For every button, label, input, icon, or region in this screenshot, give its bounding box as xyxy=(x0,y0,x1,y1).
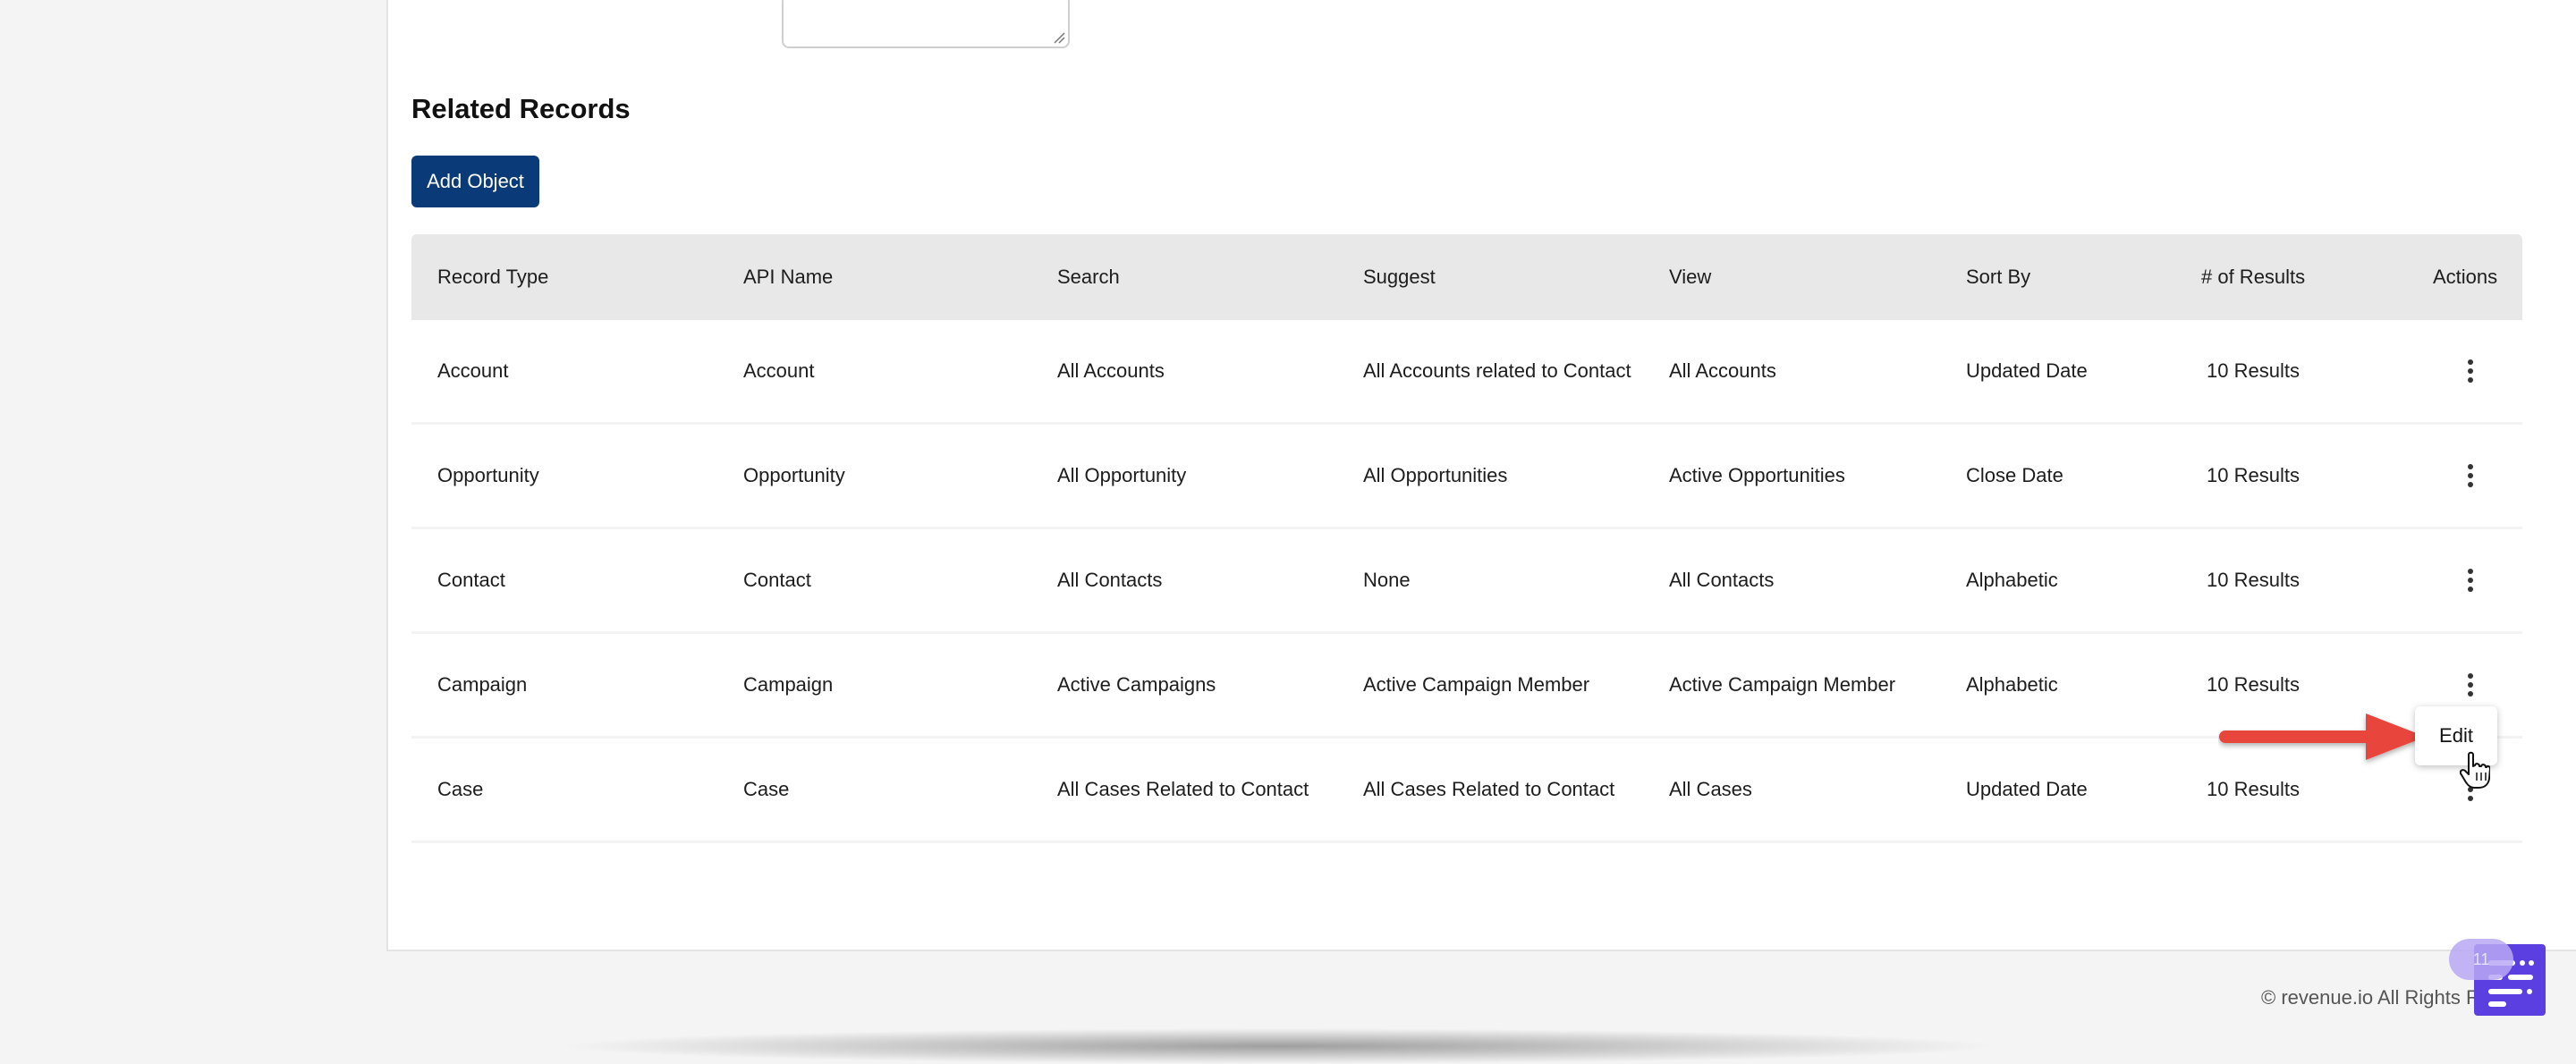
cell-search: All Accounts xyxy=(1057,359,1165,382)
table-row: Contact Contact All Contacts None All Co… xyxy=(411,529,2522,634)
notification-badge: 11 xyxy=(2449,939,2513,980)
cell-suggest: None xyxy=(1363,569,1411,591)
cell-record-type: Opportunity xyxy=(437,464,539,486)
related-records-table: Record Type API Name Search Suggest View… xyxy=(411,234,2522,843)
cell-api-name: Account xyxy=(743,359,815,382)
cell-search: All Contacts xyxy=(1057,569,1163,591)
cell-api-name: Opportunity xyxy=(743,464,845,486)
header-api-name: API Name xyxy=(743,266,834,288)
cell-search: All Opportunity xyxy=(1057,464,1187,486)
header-sort-by: Sort By xyxy=(1966,266,2031,288)
cell-search: All Cases Related to Contact xyxy=(1057,778,1309,800)
cell-view: All Cases xyxy=(1669,778,1752,800)
cell-record-type: Campaign xyxy=(437,673,528,696)
header-suggest: Suggest xyxy=(1363,266,1436,288)
section-title: Related Records xyxy=(411,93,631,124)
table-header: Record Type API Name Search Suggest View… xyxy=(411,234,2522,320)
kebab-menu-icon[interactable] xyxy=(2460,357,2481,385)
cell-suggest: Active Campaign Member xyxy=(1363,673,1590,696)
cell-sort-by: Updated Date xyxy=(1966,778,2088,800)
table-row: Campaign Campaign Active Campaigns Activ… xyxy=(411,634,2522,739)
header-results: # of Results xyxy=(2201,266,2306,288)
header-view: View xyxy=(1669,266,1712,288)
description-textarea[interactable] xyxy=(782,0,1070,48)
annotation-arrow xyxy=(2219,714,2426,760)
bottom-shadow xyxy=(555,1028,2004,1064)
hand-cursor-icon xyxy=(2460,751,2490,789)
cell-api-name: Contact xyxy=(743,569,811,591)
footer-copyright: © revenue.io All Rights R xyxy=(2261,986,2480,1009)
cell-search: Active Campaigns xyxy=(1057,673,1216,696)
cell-results: 10 Results xyxy=(2207,464,2300,486)
cell-suggest: All Accounts related to Contact xyxy=(1363,359,1631,382)
table-row: Account Account All Accounts All Account… xyxy=(411,320,2522,425)
cell-record-type: Case xyxy=(437,778,484,800)
header-actions: Actions xyxy=(2433,266,2498,288)
cell-sort-by: Updated Date xyxy=(1966,359,2088,382)
cell-view: Active Campaign Member xyxy=(1669,673,1896,696)
add-object-button[interactable]: Add Object xyxy=(411,156,539,207)
table-row: Case Case All Cases Related to Contact A… xyxy=(411,739,2522,843)
kebab-menu-icon[interactable] xyxy=(2460,671,2481,699)
cell-record-type: Contact xyxy=(437,569,505,591)
cell-record-type: Account xyxy=(437,359,509,382)
resize-grip-icon[interactable] xyxy=(1053,31,1065,44)
cell-view: All Accounts xyxy=(1669,359,1776,382)
cell-suggest: All Opportunities xyxy=(1363,464,1508,486)
cell-api-name: Campaign xyxy=(743,673,834,696)
cell-sort-by: Close Date xyxy=(1966,464,2063,486)
kebab-menu-icon[interactable] xyxy=(2460,566,2481,595)
cell-suggest: All Cases Related to Contact xyxy=(1363,778,1615,800)
cell-sort-by: Alphabetic xyxy=(1966,673,2058,696)
kebab-menu-icon[interactable] xyxy=(2460,461,2481,490)
header-record-type: Record Type xyxy=(437,266,549,288)
cell-results: 10 Results xyxy=(2207,359,2300,382)
cell-view: All Contacts xyxy=(1669,569,1775,591)
header-search: Search xyxy=(1057,266,1120,288)
cell-results: 10 Results xyxy=(2207,569,2300,591)
cell-api-name: Case xyxy=(743,778,790,800)
cell-view: Active Opportunities xyxy=(1669,464,1845,486)
table-row: Opportunity Opportunity All Opportunity … xyxy=(411,425,2522,529)
cell-sort-by: Alphabetic xyxy=(1966,569,2058,591)
